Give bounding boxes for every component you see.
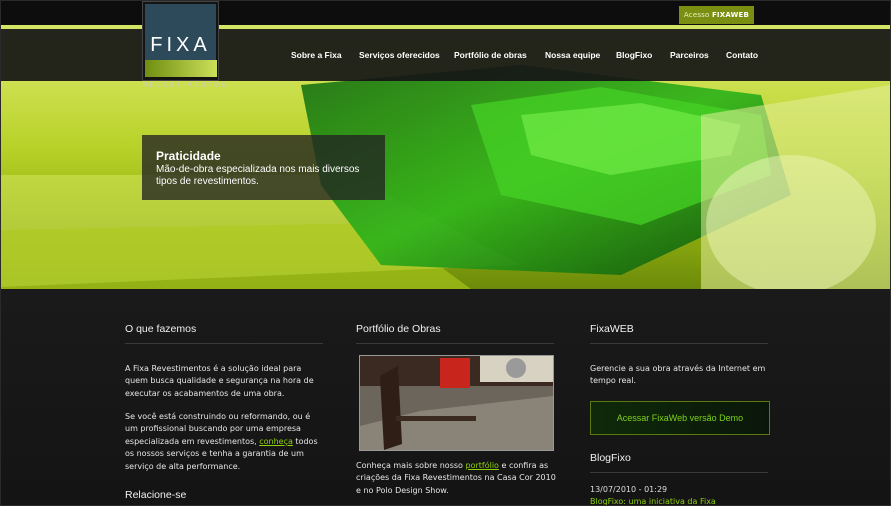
- portfolio-image: [360, 356, 553, 450]
- conheca-link[interactable]: conheça: [259, 437, 293, 446]
- heading-fixaweb: FixaWEB: [590, 323, 634, 335]
- nav-item-sobre[interactable]: Sobre a Fixa: [291, 50, 342, 60]
- logo-subtitle: REVESTIMENTOS: [143, 83, 229, 89]
- access-prefix: Acesso: [683, 11, 710, 19]
- hero-caption: Praticidade Mão-de-obra especializada no…: [142, 135, 385, 200]
- divider: [590, 343, 768, 344]
- logo-name: FIXA: [150, 34, 211, 56]
- heading-portfolio-de-obras: Portfólio de Obras: [356, 323, 441, 335]
- access-fixaweb-link[interactable]: Acesso FIXAWEB: [679, 6, 754, 24]
- fixaweb-demo-button[interactable]: Acessar FixaWeb versão Demo: [590, 401, 770, 435]
- divider: [356, 343, 554, 344]
- portfolio-photo[interactable]: [359, 355, 554, 451]
- about-paragraph-2: Se você está construindo ou reformando, …: [125, 411, 325, 473]
- nav-item-portfolio[interactable]: Portfólio de obras: [454, 50, 527, 60]
- nav-item-contato[interactable]: Contato: [726, 50, 758, 60]
- about-paragraph-1: A Fixa Revestimentos é a solução ideal p…: [125, 364, 314, 398]
- logo-stripe: [145, 60, 217, 77]
- blog-post-link[interactable]: BlogFixo: uma iniciativa da Fixa: [590, 497, 716, 505]
- nav-item-parceiros[interactable]: Parceiros: [670, 50, 709, 60]
- top-bar: [1, 1, 890, 25]
- nav-item-servicos[interactable]: Serviços oferecidos: [359, 50, 440, 60]
- logo[interactable]: FIXA: [142, 1, 219, 81]
- divider: [590, 472, 768, 473]
- access-brand: FIXAWEB: [711, 11, 750, 19]
- browser-frame: Acesso FIXAWEB Sobre a Fixa Serviços ofe…: [0, 0, 891, 506]
- divider: [125, 343, 323, 344]
- portfolio-link[interactable]: portfólio: [465, 461, 498, 470]
- nav-item-blog[interactable]: BlogFixo: [616, 50, 652, 60]
- hero-text: Mão-de-obra especializada nos mais diver…: [156, 164, 360, 187]
- heading-o-que-fazemos: O que fazemos: [125, 323, 197, 335]
- blog-post-date: 13/07/2010 - 01:29: [590, 485, 668, 494]
- portfolio-text: Conheça mais sobre nosso portfólio e con…: [356, 460, 556, 497]
- heading-blogfixo: BlogFixo: [590, 452, 631, 464]
- fixaweb-text: Gerencie a sua obra através da Internet …: [590, 364, 766, 386]
- portfolio-text-start: Conheça mais sobre nosso: [356, 461, 466, 470]
- heading-relacione-se: Relacione-se: [125, 489, 187, 501]
- hero-title: Praticidade: [156, 149, 221, 163]
- nav-item-equipe[interactable]: Nossa equipe: [545, 50, 600, 60]
